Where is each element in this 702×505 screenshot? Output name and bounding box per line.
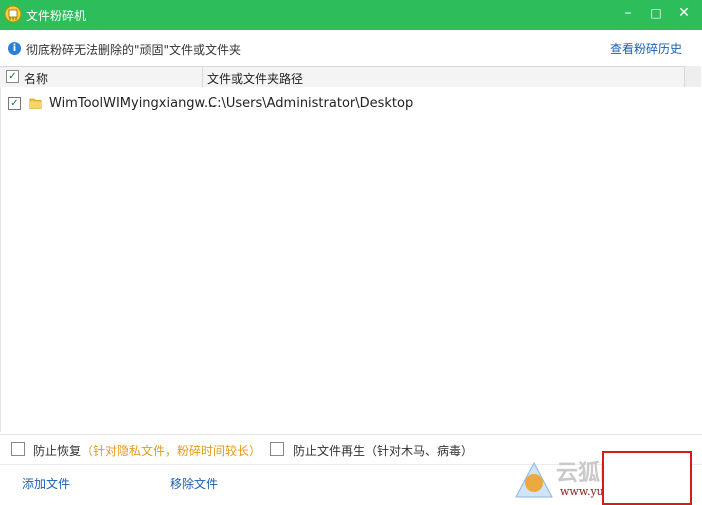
minimize-button[interactable]: –: [614, 0, 642, 26]
column-header-path[interactable]: 文件或文件夹路径: [207, 70, 303, 87]
file-path: C:\Users\Administrator\Desktop: [208, 96, 414, 111]
bottom-bar: 添加文件 移除文件 云狐网 www.yunhu.net: [0, 451, 702, 505]
prevent-recovery-label: 防止恢复: [33, 444, 82, 458]
add-file-button[interactable]: 添加文件: [22, 475, 70, 492]
row-checkbox[interactable]: ✓: [8, 97, 21, 110]
shredder-app-icon: [4, 5, 22, 23]
prevent-regen-label: 防止文件再生（针对木马、病毒）: [293, 444, 474, 458]
info-bar: i 彻底粉碎无法删除的"顽固"文件或文件夹 查看粉碎历史: [0, 30, 702, 66]
remove-file-button[interactable]: 移除文件: [170, 475, 218, 492]
column-header-name[interactable]: 名称: [24, 70, 48, 87]
prevent-regen-checkbox[interactable]: [270, 442, 284, 456]
file-name: WimToolWIMyingxiangw...: [49, 96, 217, 111]
info-text: 彻底粉碎无法删除的"顽固"文件或文件夹: [26, 43, 242, 57]
file-list: ✓ WimToolWIMyingxiangw... C:\Users\Admin…: [0, 87, 701, 432]
watermark-logo-icon: [515, 461, 553, 498]
column-divider[interactable]: [202, 67, 203, 87]
maximize-button[interactable]: □: [642, 0, 670, 26]
scrollbar-corner: [684, 66, 701, 87]
table-row[interactable]: ✓ WimToolWIMyingxiangw... C:\Users\Admin…: [1, 93, 701, 115]
folder-icon: [29, 98, 42, 109]
view-history-link[interactable]: 查看粉碎历史: [610, 40, 682, 57]
select-all-checkbox[interactable]: ✓: [6, 70, 19, 83]
window-title: 文件粉碎机: [26, 9, 87, 23]
title-bar: 文件粉碎机 – □ ✕: [0, 0, 702, 30]
close-button[interactable]: ✕: [670, 0, 698, 26]
shred-button[interactable]: [602, 451, 692, 505]
prevent-recovery-note: （针对隐私文件，粉碎时间较长）: [81, 444, 262, 458]
info-icon: i: [8, 42, 21, 55]
prevent-recovery-checkbox[interactable]: [11, 442, 25, 456]
table-header: ✓ 名称 文件或文件夹路径: [0, 66, 700, 88]
